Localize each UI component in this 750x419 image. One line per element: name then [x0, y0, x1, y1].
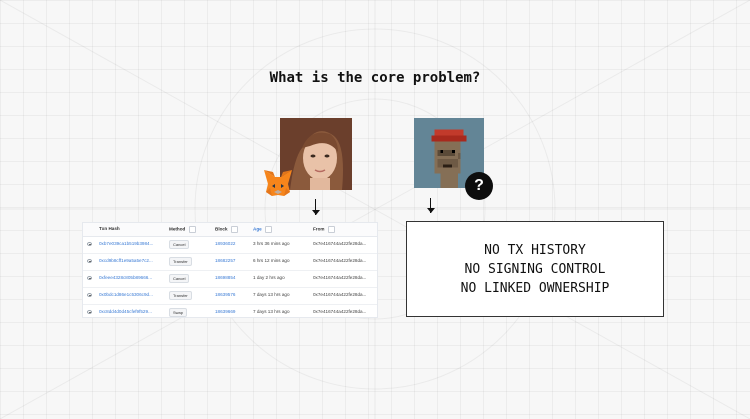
- from-address[interactable]: 0x7e416744a422fe28da...: [313, 258, 366, 263]
- down-arrow-left: [311, 199, 321, 215]
- filter-icon[interactable]: [264, 226, 272, 233]
- col-block-header[interactable]: Block: [215, 226, 238, 233]
- block-link[interactable]: 18639669: [215, 309, 235, 314]
- filter-icon[interactable]: [230, 226, 238, 233]
- age-value: 7 days 13 hrs ago: [253, 309, 290, 314]
- from-address[interactable]: 0x7e416744a422fe28da...: [313, 275, 366, 280]
- question-mark-icon: ?: [465, 172, 493, 200]
- method-badge: Cancel: [169, 240, 190, 249]
- age-value: 3 hrs 36 mins ago: [253, 241, 290, 246]
- transaction-table: Txn Hash Method Block Age From 0xb7e039c…: [82, 222, 378, 318]
- block-link[interactable]: 18936022: [215, 241, 235, 246]
- method-badge: Transfer: [169, 257, 192, 266]
- background-guides: [0, 0, 750, 419]
- view-icon[interactable]: [87, 310, 92, 314]
- down-arrow-right: [426, 198, 436, 213]
- block-link[interactable]: 18682257: [215, 258, 235, 263]
- method-badge: Cancel: [169, 274, 190, 283]
- block-link[interactable]: 18639576: [215, 292, 235, 297]
- age-value: 1 day 2 hrs ago: [253, 275, 285, 280]
- from-address[interactable]: 0x7e416744a422fe28da...: [313, 241, 366, 246]
- from-address[interactable]: 0x7e416744a422fe28da...: [313, 309, 366, 314]
- col-hash-header: Txn Hash: [99, 226, 120, 231]
- age-value: 6 hrs 12 mins ago: [253, 258, 290, 263]
- col-method-header[interactable]: Method: [169, 226, 196, 233]
- filter-icon[interactable]: [327, 226, 335, 233]
- problem-line: NO TX HISTORY: [484, 242, 586, 258]
- problem-line: NO LINKED OWNERSHIP: [460, 280, 610, 296]
- method-badge: Transfer: [169, 291, 192, 300]
- view-icon[interactable]: [87, 259, 92, 263]
- slide-title: What is the core problem?: [269, 70, 481, 86]
- table-row[interactable]: 0x0bdc1d86e1c5306c9d... Transfer 1863957…: [83, 288, 377, 305]
- tx-hash-link[interactable]: 0xcd9b8cff1e9a5a5e7c2...: [99, 258, 153, 263]
- col-age-header[interactable]: Age: [253, 226, 272, 233]
- problem-line: NO SIGNING CONTROL: [464, 261, 606, 277]
- filter-icon[interactable]: [188, 226, 196, 233]
- problem-box: NO TX HISTORY NO SIGNING CONTROL NO LINK…: [406, 221, 664, 317]
- tx-hash-link[interactable]: 0xb7e039ca1b519b3984...: [99, 241, 153, 246]
- view-icon[interactable]: [87, 293, 92, 297]
- table-row[interactable]: 0xcd9b8cff1e9a5a5e7c2... Transfer 186822…: [83, 254, 377, 271]
- tx-hash-link[interactable]: 0x0bdc1d86e1c5306c9d...: [99, 292, 153, 297]
- table-header: Txn Hash Method Block Age From: [83, 223, 377, 237]
- table-row[interactable]: 0xfeee4328c805b89666... Cancel 18698854 …: [83, 271, 377, 288]
- view-icon[interactable]: [87, 242, 92, 246]
- table-row[interactable]: 0xc8dd4d0d45cfef9f529... Swap 18639669 7…: [83, 305, 377, 321]
- tx-hash-link[interactable]: 0xc8dd4d0d45cfef9f529...: [99, 309, 152, 314]
- view-icon[interactable]: [87, 276, 92, 280]
- block-link[interactable]: 18698854: [215, 275, 235, 280]
- tx-hash-link[interactable]: 0xfeee4328c805b89666...: [99, 275, 152, 280]
- from-address[interactable]: 0x7e416744a422fe28da...: [313, 292, 366, 297]
- age-value: 7 days 13 hrs ago: [253, 292, 290, 297]
- metamask-fox-icon: [262, 168, 294, 198]
- table-row[interactable]: 0xb7e039ca1b519b3984... Cancel 18936022 …: [83, 237, 377, 254]
- method-badge: Swap: [169, 308, 188, 317]
- col-from-header[interactable]: From: [313, 226, 335, 233]
